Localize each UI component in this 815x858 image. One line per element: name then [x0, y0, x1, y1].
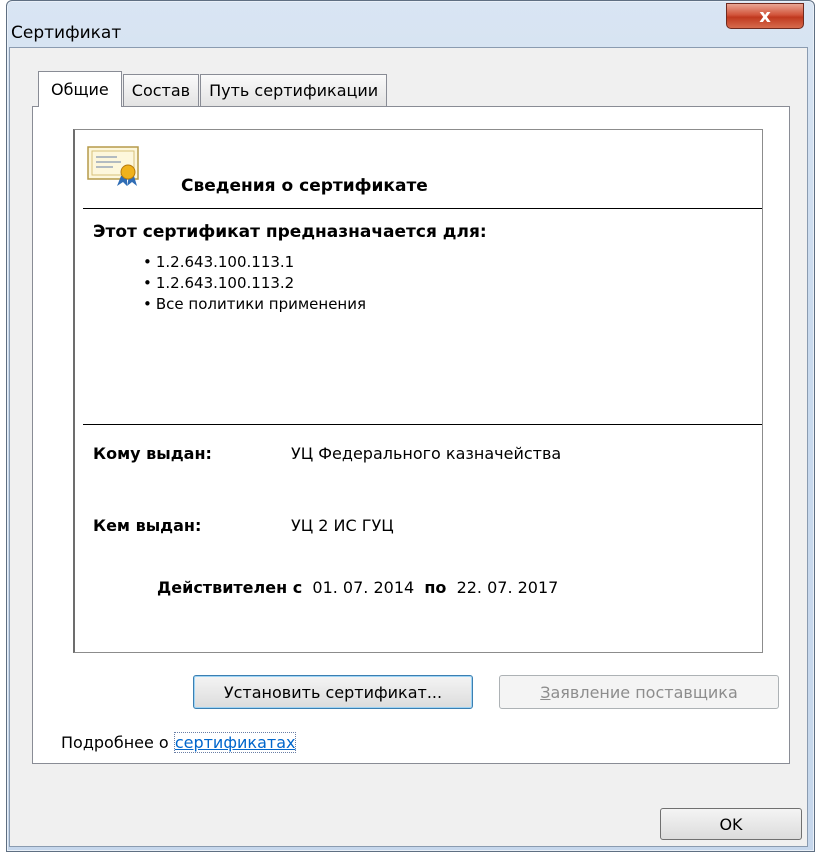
- issued-to-label: Кому выдан:: [93, 444, 212, 463]
- valid-to-label: по: [424, 578, 447, 597]
- purpose-item: 1.2.643.100.113.2: [143, 273, 366, 294]
- issuer-statement-button[interactable]: Заявление поставщика: [499, 675, 779, 709]
- header-divider: [83, 208, 762, 209]
- dialog-body: Общие Состав Путь сертификации Сведения …: [9, 47, 808, 847]
- close-button[interactable]: x: [726, 3, 804, 29]
- learn-more-text: Подробнее о: [61, 733, 174, 752]
- issuer-statement-accesskey: З: [540, 682, 551, 702]
- title-bar: Сертификат x: [7, 1, 814, 45]
- learn-more: Подробнее о сертификатах: [61, 732, 297, 753]
- tab-strip: Общие Состав Путь сертификации: [38, 71, 388, 107]
- validity-line: Действителен с 01. 07. 2014 по 22. 07. 2…: [157, 578, 558, 597]
- valid-to-date: 22. 07. 2017: [456, 578, 559, 597]
- purpose-title: Этот сертификат предназначается для:: [93, 222, 487, 242]
- tab-details[interactable]: Состав: [122, 74, 200, 106]
- details-divider: [83, 424, 762, 425]
- general-tab-panel: Сведения о сертификате Этот сертификат п…: [32, 106, 790, 764]
- ok-button[interactable]: OK: [660, 808, 802, 840]
- certificates-link[interactable]: сертификатах: [173, 732, 297, 753]
- info-header-title: Сведения о сертификате: [181, 176, 428, 196]
- issued-by-label: Кем выдан:: [93, 516, 202, 535]
- valid-from-label: Действителен с: [157, 578, 303, 597]
- install-certificate-button[interactable]: Установить сертификат...: [193, 675, 473, 709]
- certificate-info-box: Сведения о сертификате Этот сертификат п…: [73, 129, 763, 653]
- purpose-item: Все политики применения: [143, 294, 366, 315]
- tab-general[interactable]: Общие: [38, 71, 122, 107]
- purpose-list: 1.2.643.100.113.1 1.2.643.100.113.2 Все …: [143, 252, 366, 315]
- close-icon: x: [759, 5, 771, 27]
- certificate-dialog: Сертификат x Общие Состав Путь сертифика…: [6, 0, 815, 852]
- certificate-icon: [87, 146, 139, 186]
- valid-from-date: 01. 07. 2014: [312, 578, 415, 597]
- issued-to-value: УЦ Федерального казначейства: [291, 444, 562, 463]
- tab-certification-path[interactable]: Путь сертификации: [200, 74, 388, 106]
- purpose-item: 1.2.643.100.113.1: [143, 252, 366, 273]
- issued-by-value: УЦ 2 ИС ГУЦ: [291, 516, 394, 535]
- window-title: Сертификат: [11, 23, 122, 43]
- issuer-statement-label: аявление поставщика: [550, 682, 738, 702]
